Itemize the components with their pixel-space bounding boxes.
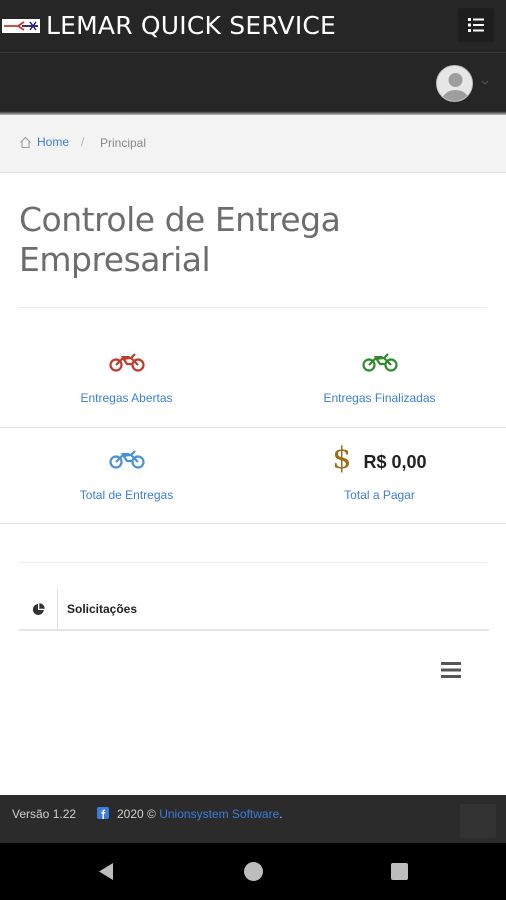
top-navbar: LEMAR QUICK SERVICE (0, 0, 506, 53)
company-link[interactable]: Unionsystem Software (159, 807, 279, 821)
home-icon (20, 136, 31, 148)
home-button-icon[interactable] (244, 862, 263, 881)
menu-toggle-button[interactable] (458, 8, 494, 42)
pie-chart-icon (32, 602, 45, 615)
dollar-icon: $ (332, 441, 352, 476)
motorcycle-icon (108, 450, 145, 469)
app-title[interactable]: LEMAR QUICK SERVICE (46, 11, 336, 40)
stat-entregas-finalizadas[interactable]: Entregas Finalizadas (253, 330, 506, 427)
stat-label[interactable]: Entregas Abertas (0, 391, 253, 405)
panel-title: Solicitações (67, 602, 138, 616)
panel-icon-cell (19, 589, 58, 629)
recent-apps-icon[interactable] (391, 863, 408, 880)
back-icon[interactable] (97, 862, 115, 881)
divider (19, 562, 487, 563)
breadcrumb-home-link[interactable]: Home (19, 135, 69, 149)
lemar-logo[interactable] (2, 19, 40, 33)
hamburger-icon[interactable] (440, 660, 462, 680)
breadcrumb: Home / Principal (0, 115, 506, 173)
breadcrumb-separator: / (81, 135, 85, 149)
facebook-icon[interactable] (97, 807, 109, 819)
stat-total-pagar[interactable]: $ R$ 0,00 Total a Pagar (253, 427, 506, 524)
stat-total-entregas[interactable]: Total de Entregas (0, 427, 253, 524)
copyright-period: . (279, 807, 283, 821)
scroll-to-top-button[interactable] (460, 804, 496, 838)
breadcrumb-current: Principal (100, 136, 147, 150)
version-text: Versão 1.22 (12, 807, 77, 821)
motorcycle-icon (108, 353, 145, 372)
grid-divider (0, 523, 506, 524)
copyright-text: 2020 © Unionsystem Software. (117, 807, 283, 821)
breadcrumb-home-label[interactable]: Home (37, 135, 69, 149)
divider (19, 307, 487, 308)
list-menu-icon (468, 18, 484, 32)
footer: Versão 1.22 2020 © Unionsystem Software. (0, 795, 506, 843)
stat-label[interactable]: Entregas Finalizadas (253, 391, 506, 405)
stat-label[interactable]: Total de Entregas (0, 488, 253, 502)
user-bar (0, 53, 506, 111)
user-avatar[interactable] (436, 65, 473, 102)
page-title: Controle de Entrega Empresarial (19, 200, 341, 279)
stats-grid: Entregas Abertas Entregas Finalizadas To… (0, 330, 506, 524)
stat-entregas-abertas[interactable]: Entregas Abertas (0, 330, 253, 427)
motorcycle-icon (361, 353, 398, 372)
chevron-down-icon[interactable] (480, 78, 490, 88)
copyright-year: 2020 © (117, 807, 156, 821)
stat-label[interactable]: Total a Pagar (253, 488, 506, 502)
solicitacoes-panel-header: Solicitações (19, 589, 489, 631)
stat-value: R$ 0,00 (363, 452, 427, 472)
